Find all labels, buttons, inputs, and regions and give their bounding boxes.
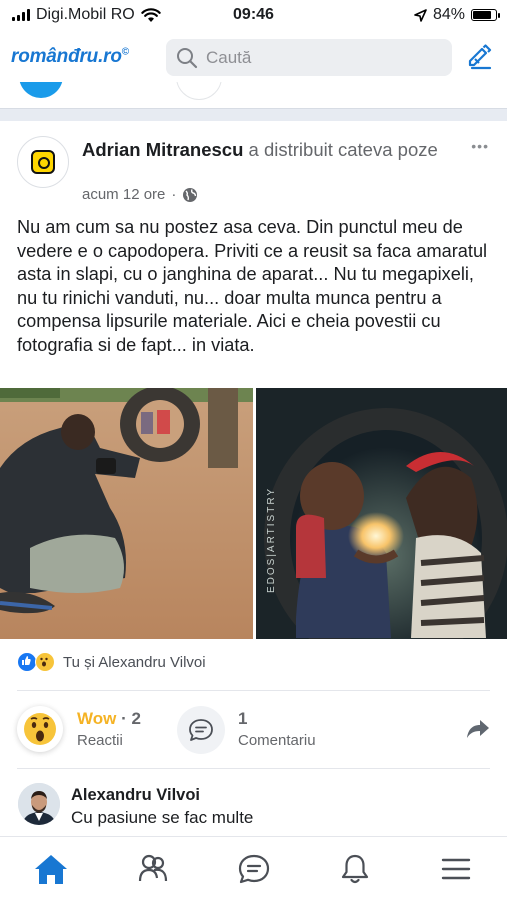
bottom-tab-bar (0, 836, 507, 901)
author-name[interactable]: Adrian Mitranescu (82, 139, 243, 160)
notifications-icon (341, 854, 369, 884)
more-options-icon[interactable]: ••• (471, 138, 489, 154)
search-icon (177, 48, 198, 69)
status-bar: Digi.Mobil RO 09:46 84% (0, 0, 507, 30)
tab-menu[interactable] (438, 851, 474, 887)
author-avatar[interactable] (17, 136, 69, 188)
app-header: românđru.ro© (0, 30, 507, 82)
post-photo-right[interactable]: EDOS|ARTISTRY (256, 388, 507, 639)
wow-reaction-label[interactable]: Wow · 2 (77, 709, 141, 729)
reaction-type: Wow (77, 709, 117, 728)
comment-button[interactable] (177, 706, 225, 754)
post-text: Nu am cum sa nu postez asa ceva. Din pun… (17, 217, 488, 355)
post-header: Adrian Mitranescu a distribuit cateva po… (82, 138, 452, 162)
globe-icon (183, 187, 198, 202)
photo-watermark: EDOS|ARTISTRY (266, 487, 277, 593)
reactions-text: Tu și Alexandru Vilvoi (63, 653, 206, 671)
tab-notifications[interactable] (337, 851, 373, 887)
site-logo[interactable]: românđru.ro© (11, 46, 129, 68)
groups-icon (138, 854, 168, 882)
tab-home[interactable] (33, 851, 69, 887)
tab-groups[interactable] (135, 851, 171, 887)
divider (17, 768, 490, 769)
tab-messages[interactable] (236, 851, 272, 887)
post-action: a distribuit cateva poze (248, 139, 438, 160)
location-arrow-icon (414, 8, 427, 22)
home-icon (35, 855, 67, 884)
wow-reaction-button[interactable] (17, 706, 63, 752)
search-input[interactable] (206, 39, 436, 76)
divider (17, 690, 490, 691)
messages-icon (238, 854, 270, 884)
logo-mark: © (121, 46, 129, 58)
comment-text: Cu pasiune se fac multe (71, 808, 254, 827)
commenter-name[interactable]: Alexandru Vilvoi (71, 786, 200, 805)
feed-divider (0, 108, 507, 121)
reactions-summary[interactable]: Tu și Alexandru Vilvoi (17, 652, 206, 672)
camera-logo-icon (31, 150, 55, 174)
post-time[interactable]: acum 12 ore (82, 186, 165, 203)
reactions-sub-label: Reactii (77, 732, 123, 749)
logo-text: românđru.ro (11, 46, 122, 67)
reaction-dot: · (121, 709, 127, 728)
comment-sub-label: Comentariu (238, 732, 316, 749)
menu-icon (441, 858, 471, 880)
wow-reaction-icon (35, 652, 55, 672)
battery-icon (471, 9, 500, 21)
edit-icon[interactable] (466, 44, 492, 70)
post-meta: acum 12 ore · (82, 186, 198, 203)
story-avatar[interactable] (19, 82, 63, 98)
meta-separator: · (171, 186, 177, 203)
post-photo-left[interactable] (0, 388, 253, 639)
commenter-avatar[interactable] (18, 783, 60, 825)
stories-strip[interactable] (0, 82, 507, 108)
share-icon[interactable] (466, 718, 490, 740)
story-avatar[interactable] (176, 82, 222, 100)
comment-count[interactable]: 1 (238, 709, 247, 729)
search-box[interactable] (166, 39, 452, 76)
reaction-count: 2 (131, 709, 141, 728)
battery-percent: 84% (432, 6, 465, 23)
